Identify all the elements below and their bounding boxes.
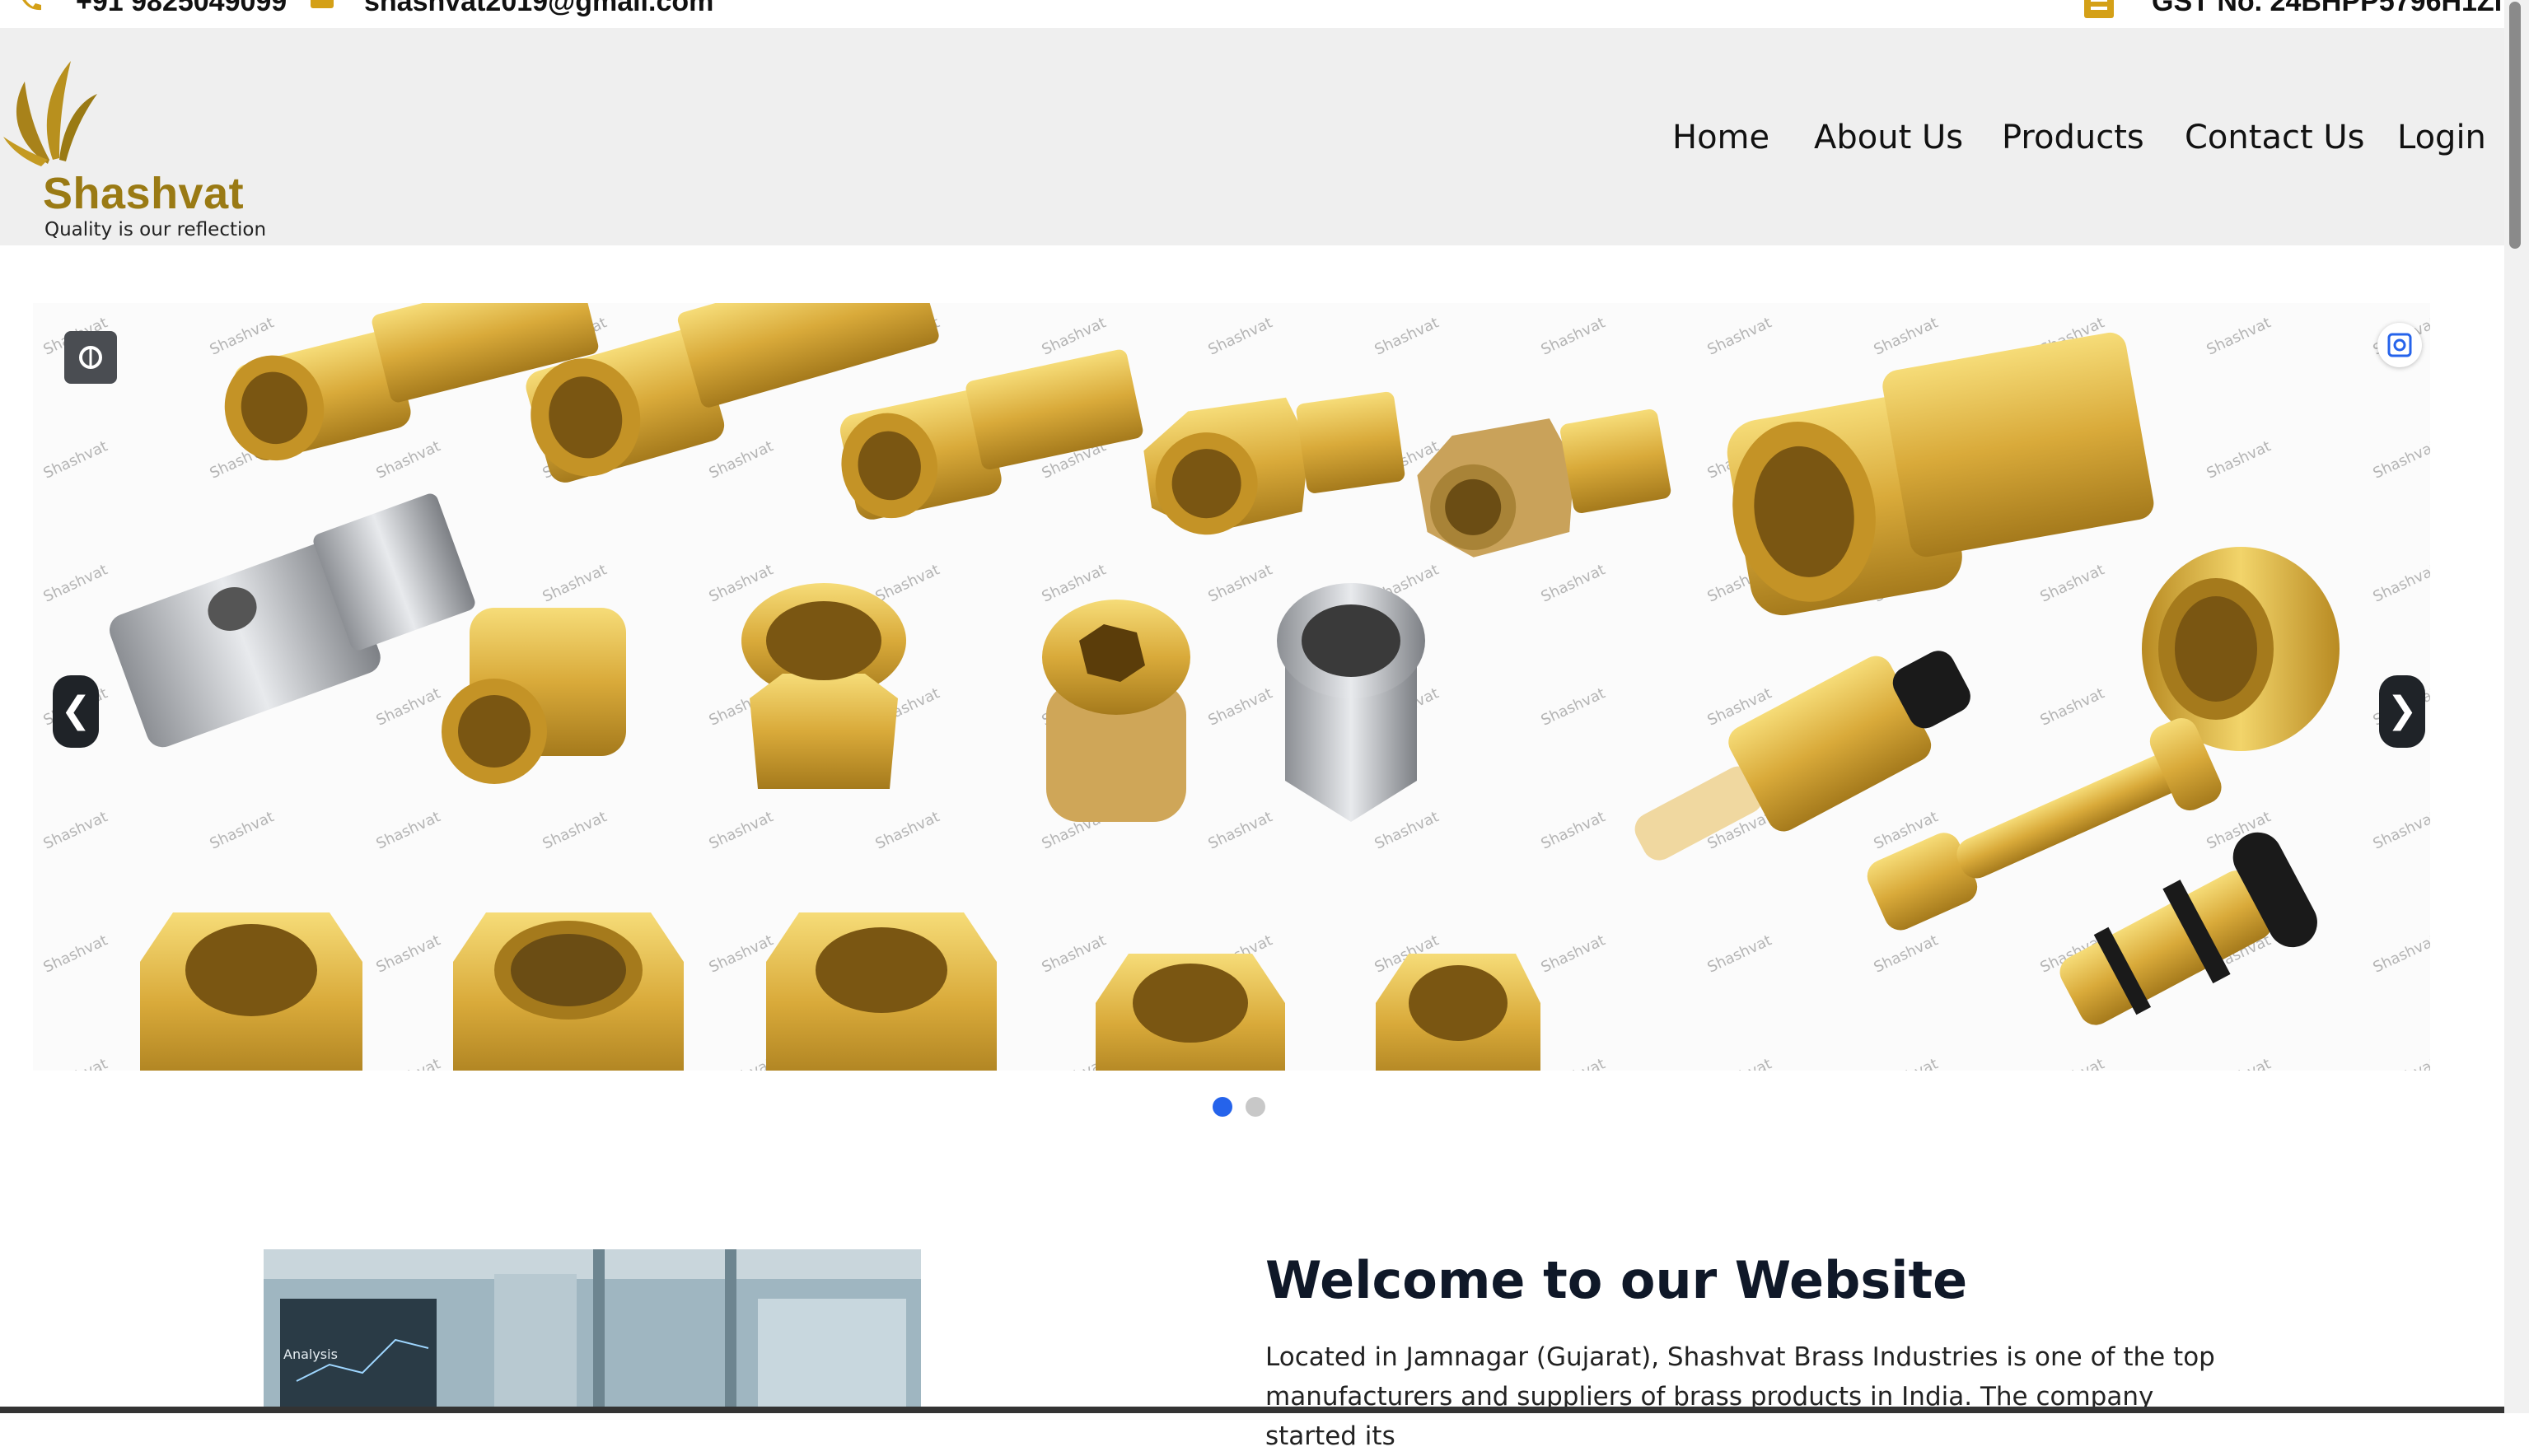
brand-tagline: Quality is our reflection	[44, 219, 267, 240]
hex-reducer	[741, 583, 906, 789]
hex-nut-5	[1376, 954, 1540, 1071]
hero-slider: Shashvat Shashvat Shashvat Shashvat Shashvat…	[33, 303, 2430, 1071]
slider-next-button[interactable]: ❯	[2379, 675, 2425, 748]
slider-dot-1[interactable]	[1213, 1097, 1232, 1117]
phone-number[interactable]: +91 9825049099	[76, 0, 287, 21]
connector-3	[839, 349, 1143, 520]
welcome-text: Located in Jamnagar (Gujarat), Shashvat …	[1265, 1342, 2215, 1451]
feather-logo-icon	[3, 61, 97, 166]
brand-name: Shashvat	[43, 169, 245, 218]
nipple-1	[442, 608, 626, 784]
scrollbar-thumb[interactable]	[2509, 2, 2521, 249]
chrome-tee	[109, 493, 475, 748]
nipple-right	[2142, 547, 2340, 751]
connector-4	[1143, 391, 1405, 535]
welcome-title: Welcome to our Website	[1265, 1250, 1968, 1310]
spindle-3	[2059, 832, 2317, 1025]
document-icon	[2084, 0, 2114, 18]
connector-6	[1727, 332, 2154, 616]
nav-home[interactable]: Home	[1672, 119, 1769, 156]
connector-5	[1417, 409, 1671, 558]
about-office-image: Analysis	[264, 1249, 921, 1413]
window-bottom-edge	[0, 1407, 2504, 1413]
brand-logo[interactable]: Shashvat Quality is our reflection	[0, 44, 272, 242]
nav-contact-us[interactable]: Contact Us	[2185, 119, 2364, 156]
nav-login[interactable]: Login	[2397, 119, 2486, 156]
hex-nut-1	[140, 912, 362, 1071]
email-icon	[311, 0, 334, 8]
slider-prev-button[interactable]: ❮	[53, 675, 99, 748]
top-contact-bar: +91 9825049099 shashvat2019@gmail.com GS…	[0, 0, 2504, 28]
brass-fittings-image	[109, 303, 2340, 1071]
chrome-hex	[1277, 583, 1425, 822]
hex-nut-3	[766, 912, 997, 1071]
screenshot-scan-icon[interactable]	[2377, 323, 2422, 367]
hex-nut-4	[1096, 954, 1285, 1071]
site-header: Shashvat Quality is our reflection Home …	[0, 28, 2504, 245]
nav-products[interactable]: Products	[2002, 119, 2144, 156]
phone-icon	[22, 0, 41, 11]
brain-icon[interactable]	[64, 331, 117, 384]
email-address[interactable]: shashvat2019@gmail.com	[364, 0, 713, 21]
hex-nut-2	[453, 912, 684, 1071]
screen-label: Analysis	[283, 1346, 338, 1362]
slider-dot-2[interactable]	[1246, 1097, 1265, 1117]
hex-socket	[1042, 600, 1190, 822]
gst-number: GST No. 24BHPP5796H1ZI	[2152, 0, 2503, 17]
nav-about-us[interactable]: About Us	[1814, 119, 1963, 156]
